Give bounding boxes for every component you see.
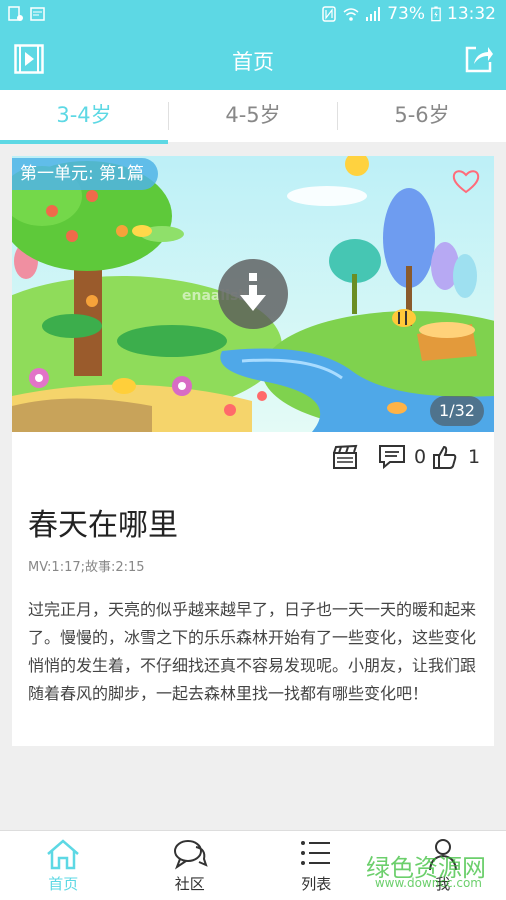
status-bar: 73% 13:32 (0, 0, 506, 30)
unit-badge: 第一单元: 第1篇 (12, 158, 158, 190)
nav-list-label: 列表 (301, 875, 332, 893)
list-icon (301, 841, 331, 865)
nav-home[interactable]: 首页 (0, 831, 127, 900)
nav-community[interactable]: 社区 (127, 831, 254, 900)
nav-home-label: 首页 (48, 875, 79, 893)
app-header: 首页 (0, 30, 506, 90)
age-tabs: 3-4岁 4-5岁 5-6岁 (0, 90, 506, 144)
download-arrow-icon (240, 273, 266, 311)
comment-button[interactable]: 0 (378, 444, 426, 470)
calendar-icon (30, 7, 45, 21)
story-cover-image[interactable]: enaalish 第一单元: 第1篇 1/32 (12, 156, 494, 432)
wifi-icon (343, 8, 359, 21)
page-title: 首页 (232, 50, 274, 74)
signal-icon (366, 7, 381, 21)
tab-5-6[interactable]: 5-6岁 (338, 90, 506, 142)
clock: 13:32 (447, 4, 496, 24)
story-card[interactable]: enaalish 第一单元: 第1篇 1/32 0 1 春天在哪里 MV:1:1… (12, 156, 494, 746)
nav-community-label: 社区 (174, 875, 205, 893)
clapperboard-icon (333, 444, 358, 469)
battery-percent: 73% (387, 4, 425, 24)
site-watermark-url: www.downcc.com (374, 876, 482, 890)
tab-4-5[interactable]: 4-5岁 (169, 90, 337, 142)
battery-charging-icon (431, 6, 441, 22)
like-count: 1 (468, 446, 481, 468)
home-icon (47, 839, 80, 870)
share-icon[interactable] (464, 42, 494, 74)
download-button[interactable] (218, 259, 288, 329)
story-actions: 0 1 (12, 440, 494, 476)
comment-icon (379, 445, 405, 470)
page-counter: 1/32 (430, 396, 484, 426)
tab-3-4[interactable]: 3-4岁 (0, 90, 168, 144)
clapperboard-button[interactable] (332, 444, 358, 470)
notification-icon (8, 6, 23, 21)
story-duration: MV:1:17;故事:2:15 (28, 560, 145, 575)
comment-count: 0 (414, 446, 427, 468)
heart-favorite-icon[interactable] (452, 168, 480, 194)
story-description: 过完正月，天亮的似乎越来越早了，日子也一天一天的暖和起来了。慢慢的，冰雪之下的乐… (28, 600, 477, 703)
story-title: 春天在哪里 (28, 508, 178, 543)
chat-bubble-icon (173, 840, 208, 870)
thumbs-up-icon (433, 445, 457, 469)
nfc-icon (322, 6, 336, 22)
like-button[interactable]: 1 (432, 444, 480, 470)
nav-list[interactable]: 列表 (253, 831, 380, 900)
